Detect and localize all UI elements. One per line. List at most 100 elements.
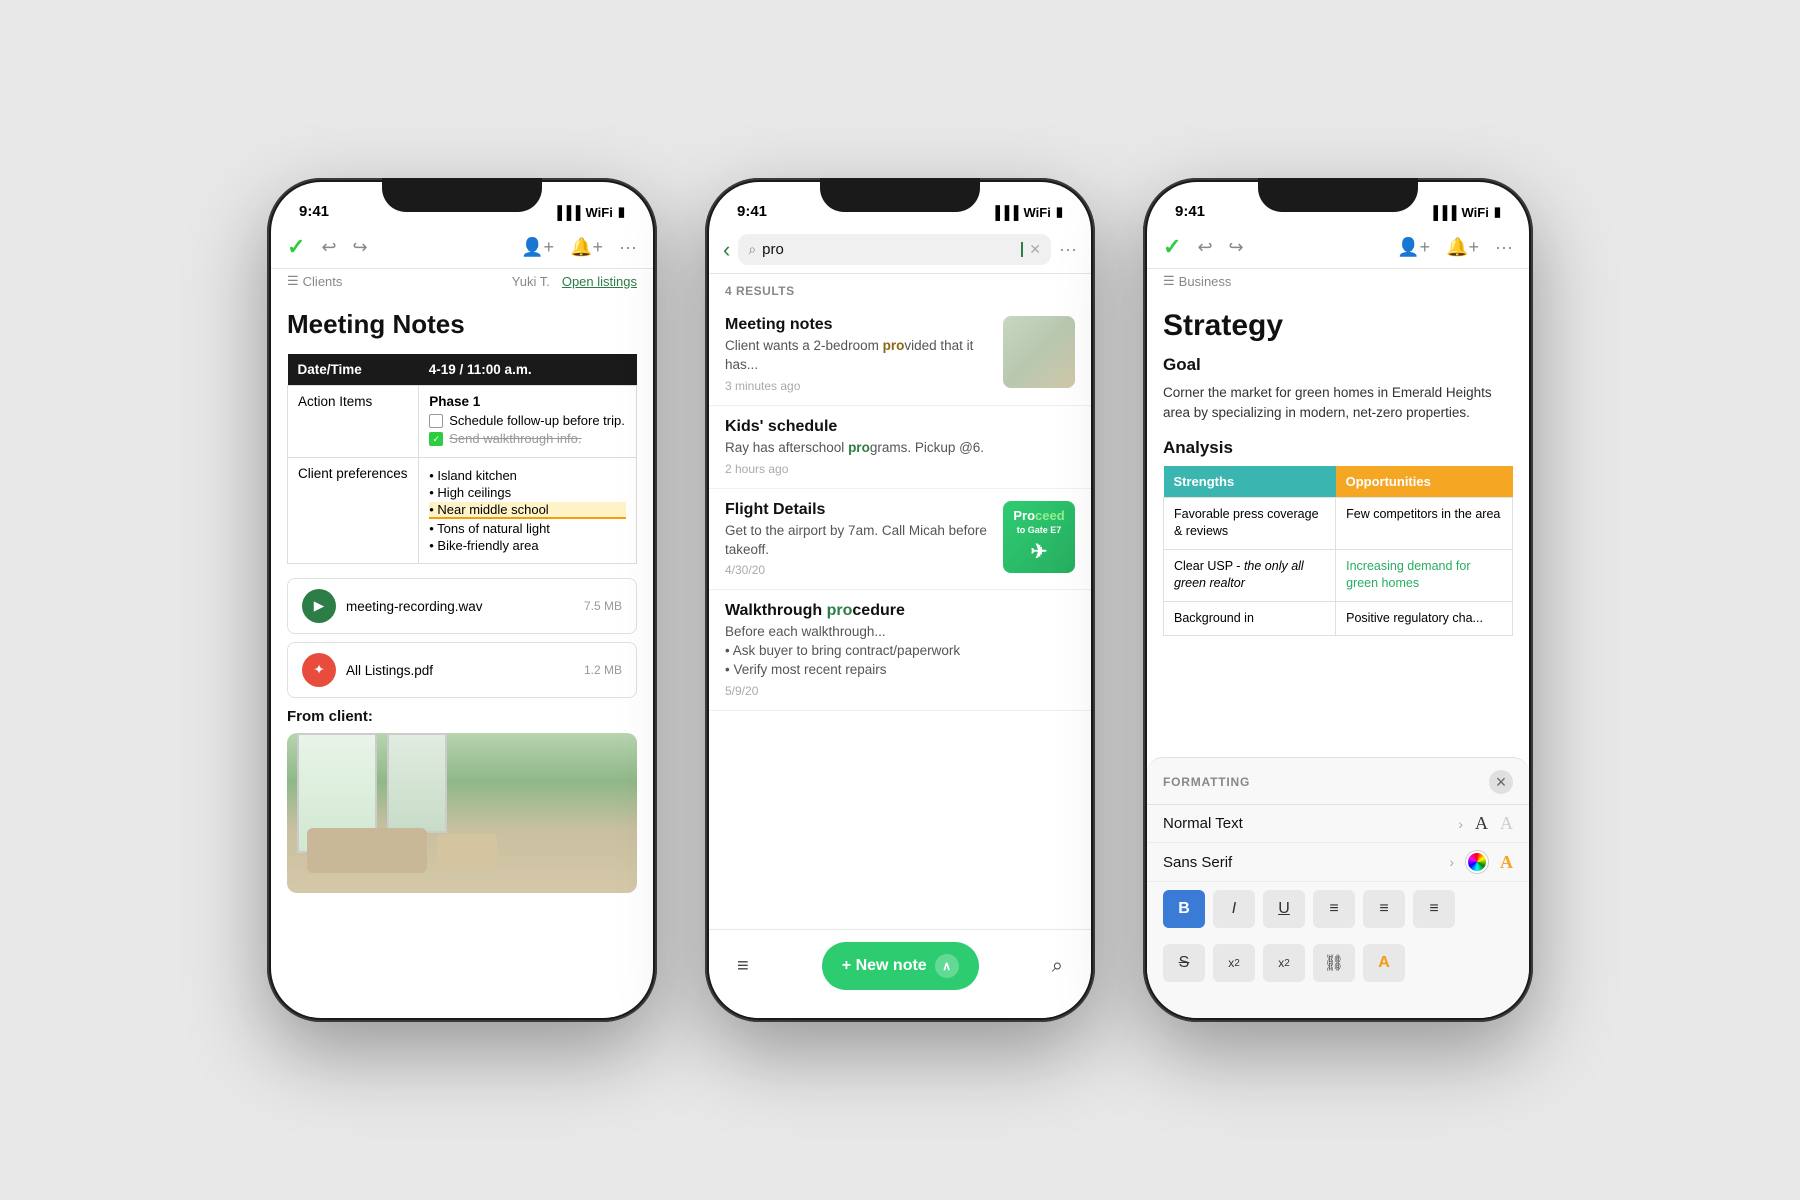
pref-4: • Tons of natural light — [429, 521, 626, 536]
new-note-chevron[interactable]: ∧ — [935, 954, 959, 978]
cell-3a: Background in — [1164, 601, 1336, 636]
menu-icon[interactable]: ≡ — [737, 955, 749, 978]
signal-icon: ▐▐▐ — [553, 205, 581, 220]
status-icons-2: ▐▐▐ WiFi ▮ — [991, 204, 1063, 220]
formatting-panel: FORMATTING × Normal Text › A A Sans Seri… — [1147, 757, 1529, 1018]
formatting-close-button[interactable]: × — [1489, 770, 1513, 794]
battery-icon: ▮ — [618, 204, 625, 220]
search-text: pro — [762, 241, 1014, 258]
toolbar-1: ✓ ↩ ↪ 👤+ 🔔+ ··· — [271, 226, 653, 269]
result-3-preview: Get to the airport by 7am. Call Micah be… — [725, 522, 991, 560]
analysis-label: Analysis — [1163, 438, 1513, 458]
add-reminder-icon-3[interactable]: 🔔+ — [1446, 237, 1479, 258]
result-2-preview: Ray has afterschool programs. Pickup @6. — [725, 439, 1075, 458]
check-icon[interactable]: ✓ — [287, 234, 305, 260]
attachment-1[interactable]: ▶ meeting-recording.wav 7.5 MB — [287, 578, 637, 634]
redo-icon-3[interactable]: ↪ — [1229, 237, 1244, 258]
checkbox-2[interactable]: ✓ — [429, 432, 443, 446]
result-3-time: 4/30/20 — [725, 563, 991, 577]
phase-label: Phase 1 — [429, 394, 626, 409]
analysis-table: Strengths Opportunities Favorable press … — [1163, 466, 1513, 637]
add-reminder-icon[interactable]: 🔔+ — [570, 237, 603, 258]
attachment-2[interactable]: ✦ All Listings.pdf 1.2 MB — [287, 642, 637, 698]
align-center-button[interactable]: ≡ — [1363, 890, 1405, 928]
back-button[interactable]: ‹ — [723, 237, 730, 263]
more-icon-3[interactable]: ··· — [1495, 237, 1513, 258]
pref-2: • High ceilings — [429, 485, 626, 500]
add-user-icon-3[interactable]: 👤+ — [1397, 237, 1430, 258]
nav-link-yuki[interactable]: Yuki T. — [512, 274, 550, 289]
search-input-box[interactable]: ⌕ pro ✕ — [738, 234, 1051, 265]
search-clear-button[interactable]: ✕ — [1029, 241, 1041, 258]
notch-3 — [1258, 178, 1418, 212]
meeting-table: Date/Time 4-19 / 11:00 a.m. Action Items… — [287, 354, 637, 564]
checkbox-1[interactable] — [429, 414, 443, 428]
battery-icon-3: ▮ — [1494, 204, 1501, 220]
result-1-title: Meeting notes — [725, 316, 991, 334]
result-1[interactable]: Meeting notes Client wants a 2-bedroom p… — [709, 304, 1091, 406]
result-2[interactable]: Kids' schedule Ray has afterschool progr… — [709, 406, 1091, 489]
wifi-icon-2: WiFi — [1024, 205, 1051, 220]
client-prefs-label: Client preferences — [288, 458, 419, 564]
fmt-normal-text-row[interactable]: Normal Text › A A — [1147, 805, 1529, 843]
cell-2b: Increasing demand for green homes — [1336, 549, 1513, 601]
subscript-button[interactable]: x2 — [1263, 944, 1305, 982]
result-1-preview: Client wants a 2-bedroom provided that i… — [725, 337, 991, 375]
signal-icon-3: ▐▐▐ — [1429, 205, 1457, 220]
result-2-time: 2 hours ago — [725, 462, 1075, 476]
result-3[interactable]: Flight Details Get to the airport by 7am… — [709, 489, 1091, 591]
status-time-3: 9:41 — [1175, 203, 1205, 220]
fmt-color-picker[interactable] — [1466, 851, 1488, 873]
action-items-label: Action Items — [288, 386, 419, 458]
link-button[interactable]: ⛓ — [1313, 944, 1355, 982]
align-left-button[interactable]: ≡ — [1313, 890, 1355, 928]
underline-button[interactable]: U — [1263, 890, 1305, 928]
result-4-preview: Before each walkthrough... • Ask buyer t… — [725, 623, 1075, 680]
formatting-header: FORMATTING × — [1147, 770, 1529, 805]
audio-icon: ▶ — [302, 589, 336, 623]
align-right-button[interactable]: ≡ — [1413, 890, 1455, 928]
fmt-normal-text-label: Normal Text — [1163, 815, 1446, 832]
nav-link-listings[interactable]: Open listings — [562, 274, 637, 289]
fmt-sans-serif-label: Sans Serif — [1163, 854, 1437, 871]
nav-bar-3: ☰ Business — [1147, 269, 1529, 297]
undo-icon-3[interactable]: ↩ — [1197, 237, 1212, 258]
more-icon[interactable]: ··· — [619, 237, 637, 258]
from-client-label: From client: — [287, 708, 637, 725]
fmt-sans-serif-row[interactable]: Sans Serif › A — [1147, 843, 1529, 882]
highlight-button[interactable]: A — [1363, 944, 1405, 982]
phone2: 9:41 ▐▐▐ WiFi ▮ ‹ ⌕ pro ✕ ·· — [705, 178, 1095, 1022]
room-image — [287, 733, 637, 893]
add-user-icon[interactable]: 👤+ — [521, 237, 554, 258]
pref-5: • Bike-friendly area — [429, 538, 626, 553]
search-icon: ⌕ — [748, 241, 756, 258]
status-time-2: 9:41 — [737, 203, 767, 220]
check-icon-3[interactable]: ✓ — [1163, 234, 1181, 260]
undo-icon[interactable]: ↩ — [321, 237, 336, 258]
result-4[interactable]: Walkthrough procedure Before each walkth… — [709, 590, 1091, 711]
result-1-thumb — [1003, 316, 1075, 388]
strategy-title: Strategy — [1163, 309, 1513, 343]
search-more-button[interactable]: ··· — [1059, 239, 1077, 260]
superscript-button[interactable]: x2 — [1213, 944, 1255, 982]
new-note-button[interactable]: + New note ∧ — [822, 942, 979, 990]
result-3-thumb: Proceed to Gate E7 ✈ — [1003, 501, 1075, 573]
scene: 9:41 ▐▐▐ WiFi ▮ ✓ ↩ ↪ 👤+ — [227, 138, 1573, 1062]
phone1: 9:41 ▐▐▐ WiFi ▮ ✓ ↩ ↪ 👤+ — [267, 178, 657, 1022]
redo-icon[interactable]: ↪ — [353, 237, 368, 258]
fmt-chevron-2: › — [1449, 854, 1454, 870]
task-1: Schedule follow-up before trip. — [429, 413, 626, 428]
result-3-title: Flight Details — [725, 501, 991, 519]
italic-button[interactable]: I — [1213, 890, 1255, 928]
breadcrumb-1[interactable]: ☰ Clients — [287, 273, 342, 289]
goal-text: Corner the market for green homes in Eme… — [1163, 383, 1513, 424]
phone3: 9:41 ▐▐▐ WiFi ▮ ✓ ↩ ↪ 👤+ — [1143, 178, 1533, 1022]
search-bottom-icon[interactable]: ⌕ — [1052, 955, 1063, 978]
bold-button[interactable]: B — [1163, 890, 1205, 928]
notch-2 — [820, 178, 980, 212]
battery-icon-2: ▮ — [1056, 204, 1063, 220]
breadcrumb-3[interactable]: ☰ Business — [1163, 273, 1231, 289]
col-datetime-value: 4-19 / 11:00 a.m. — [419, 354, 637, 386]
strikethrough-button[interactable]: S — [1163, 944, 1205, 982]
status-icons-3: ▐▐▐ WiFi ▮ — [1429, 204, 1501, 220]
